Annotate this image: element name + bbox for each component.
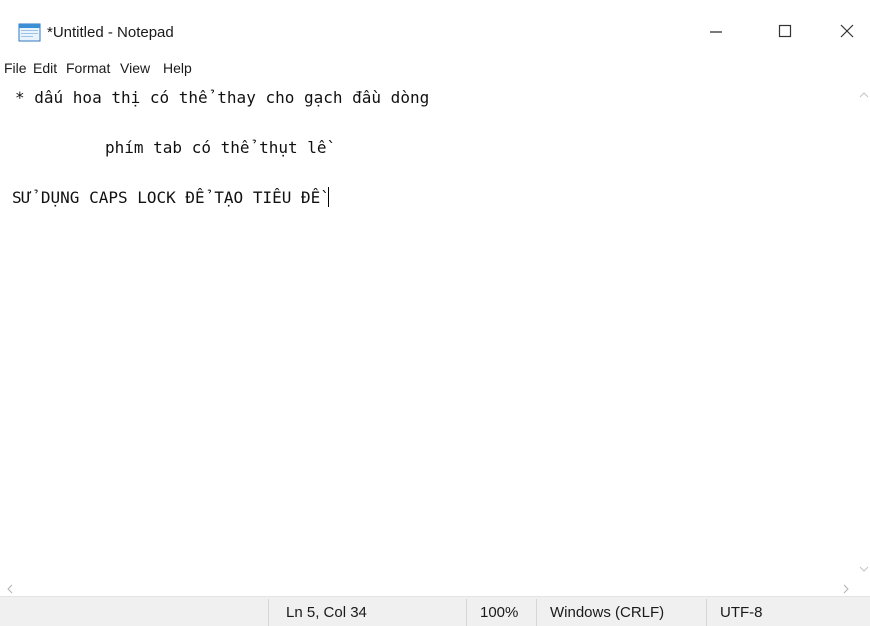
status-separator bbox=[268, 599, 269, 626]
status-bar: Ln 5, Col 34 100% Windows (CRLF) UTF-8 bbox=[0, 596, 870, 626]
status-separator bbox=[466, 599, 467, 626]
window-title: *Untitled - Notepad bbox=[47, 24, 174, 41]
scrollbar-corner bbox=[858, 576, 870, 596]
minimize-button[interactable] bbox=[693, 14, 739, 52]
status-separator bbox=[536, 599, 537, 626]
status-position: Ln 5, Col 34 bbox=[286, 604, 367, 621]
menu-file[interactable]: File bbox=[4, 60, 27, 76]
menu-edit[interactable]: Edit bbox=[33, 60, 57, 76]
status-zoom: 100% bbox=[480, 604, 519, 621]
editor-line: SỬ DỤNG CAPS LOCK ĐỂ TẠO TIÊU ĐỀ bbox=[12, 187, 330, 207]
maximize-icon bbox=[778, 24, 792, 43]
notepad-icon bbox=[18, 23, 41, 42]
status-encoding: UTF-8 bbox=[720, 604, 763, 621]
menu-help[interactable]: Help bbox=[163, 60, 192, 76]
text-caret bbox=[328, 187, 330, 207]
menu-view[interactable]: View bbox=[120, 60, 150, 76]
status-line-endings: Windows (CRLF) bbox=[550, 604, 665, 621]
menu-bar: File Edit Format View Help bbox=[0, 57, 870, 79]
title-bar[interactable]: *Untitled - Notepad bbox=[0, 14, 870, 52]
scroll-up-arrow-icon[interactable] bbox=[859, 86, 869, 104]
editor-line: phím tab có thể thụt lề bbox=[105, 138, 327, 157]
horizontal-scrollbar[interactable] bbox=[0, 576, 858, 596]
close-button[interactable] bbox=[824, 14, 870, 52]
vertical-scrollbar[interactable] bbox=[858, 82, 870, 576]
status-separator bbox=[706, 599, 707, 626]
maximize-button[interactable] bbox=[762, 14, 808, 52]
menu-format[interactable]: Format bbox=[66, 60, 110, 76]
text-editor[interactable]: * dấu hoa thị có thể thay cho gạch đầu d… bbox=[12, 82, 858, 576]
editor-line: * dấu hoa thị có thể thay cho gạch đầu d… bbox=[15, 88, 430, 107]
minimize-icon bbox=[709, 24, 723, 43]
close-icon bbox=[840, 24, 854, 43]
